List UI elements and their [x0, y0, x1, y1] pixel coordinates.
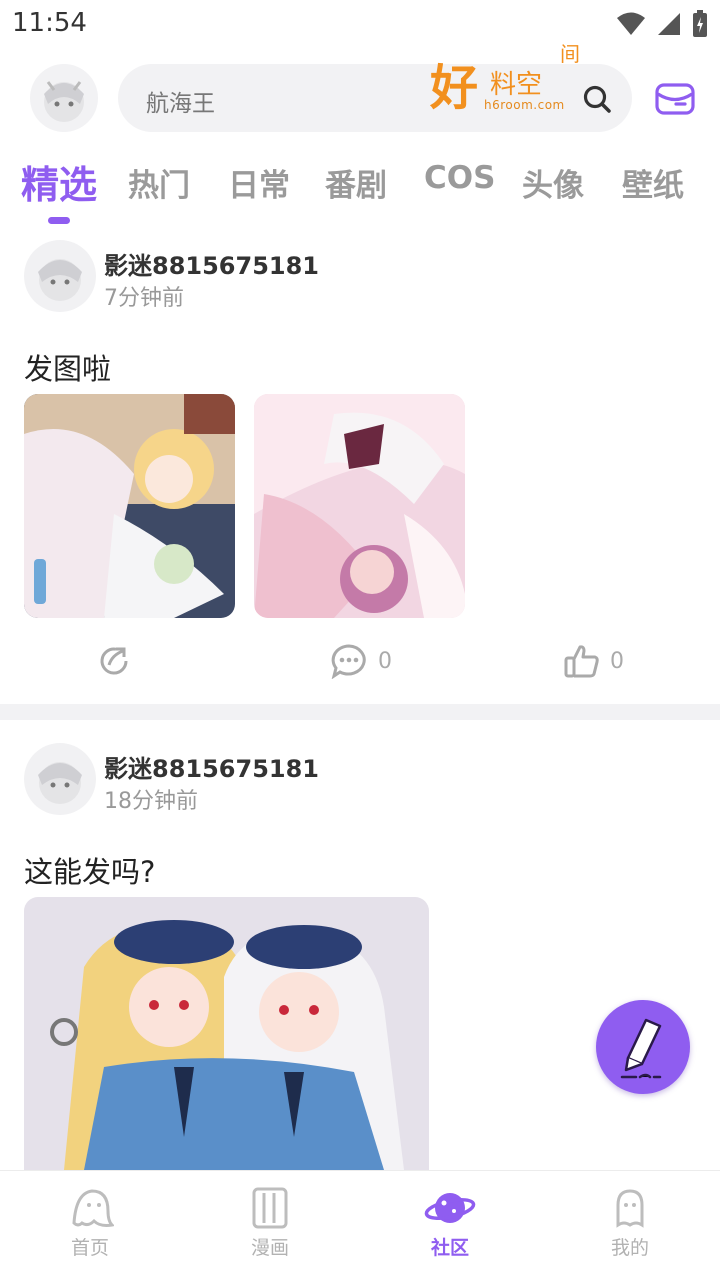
search-input[interactable]: 航海王 [146, 84, 215, 118]
tab-cos[interactable]: COS [424, 160, 495, 196]
post-author-name[interactable]: 影迷8815675181 [104, 749, 319, 784]
nav-community-label: 社区 [430, 1237, 469, 1259]
planet-icon [424, 1193, 476, 1223]
pen-icon [620, 1018, 662, 1079]
category-tabs: 精选 热门 日常 番剧 COS 头像 壁纸 [0, 160, 720, 230]
post-author-avatar[interactable] [24, 240, 96, 312]
tab-anime[interactable]: 番剧 [325, 160, 387, 205]
comment-count: 0 [378, 648, 392, 674]
site-logo: 好 料空 间 h6room.com [426, 40, 596, 122]
tab-indicator [48, 217, 70, 224]
search-bar[interactable]: 航海王 好 料空 间 h6room.com [118, 42, 632, 132]
thumbs-up-icon [564, 645, 599, 678]
post-image[interactable] [24, 897, 429, 1170]
nav-community[interactable]: 社区 [390, 1185, 510, 1260]
search-icon[interactable] [582, 84, 612, 114]
post-text: 这能发吗? [24, 855, 156, 889]
post-time: 18分钟前 [104, 789, 198, 814]
logo-url: h6room.com [484, 98, 565, 112]
share-button[interactable] [96, 643, 132, 679]
status-bar: 11:54 [0, 0, 720, 50]
post-author-avatar[interactable] [24, 743, 96, 815]
comment-icon [331, 644, 366, 679]
signal-icon [658, 13, 680, 35]
post-card[interactable]: 影迷8815675181 18分钟前 这能发吗? [0, 743, 720, 1170]
post-image[interactable] [24, 394, 235, 618]
bottom-nav: 首页 漫画 社区 我的 [0, 1170, 720, 1280]
nav-home-label: 首页 [70, 1237, 109, 1259]
logo-main-char: 好 [430, 60, 479, 116]
status-time: 11:54 [12, 8, 87, 38]
logo-side-char: 间 [560, 42, 580, 66]
avatar-illustration [38, 762, 82, 804]
nav-home[interactable]: 首页 [30, 1185, 150, 1260]
post-text: 发图啦 [24, 352, 112, 386]
share-icon [100, 647, 128, 675]
tab-featured[interactable]: 精选 [21, 154, 97, 209]
post-card[interactable]: 影迷8815675181 7分钟前 发图啦 0 0 [0, 240, 720, 704]
book-icon [252, 1187, 288, 1229]
nav-comics[interactable]: 漫画 [210, 1185, 330, 1260]
logo-small-text: 料空 [490, 70, 543, 100]
wifi-icon [617, 12, 645, 35]
post-time: 7分钟前 [104, 286, 184, 311]
avatar-illustration [38, 259, 82, 301]
post-divider [0, 704, 720, 720]
nav-profile-label: 我的 [610, 1237, 649, 1259]
nav-comics-label: 漫画 [250, 1237, 289, 1259]
post-image[interactable] [254, 394, 465, 618]
ghost-home-icon [72, 1189, 114, 1227]
tab-hot[interactable]: 热门 [128, 160, 190, 205]
nav-profile[interactable]: 我的 [570, 1185, 690, 1260]
post-author-name[interactable]: 影迷8815675181 [104, 246, 319, 281]
tab-daily[interactable]: 日常 [228, 160, 290, 205]
battery-icon [693, 10, 707, 37]
ghost-profile-icon [616, 1189, 644, 1228]
user-avatar[interactable] [30, 64, 98, 132]
tab-avatar[interactable]: 头像 [522, 160, 584, 205]
avatar-illustration [44, 81, 84, 122]
like-count: 0 [610, 648, 624, 674]
tab-wallpaper[interactable]: 壁纸 [622, 160, 684, 205]
status-icons [616, 10, 708, 38]
like-button[interactable]: 0 [564, 643, 624, 679]
header: 航海王 好 料空 间 h6room.com [0, 42, 720, 138]
mail-icon[interactable] [654, 78, 696, 120]
comment-button[interactable]: 0 [330, 643, 392, 679]
compose-button[interactable] [596, 1000, 690, 1094]
